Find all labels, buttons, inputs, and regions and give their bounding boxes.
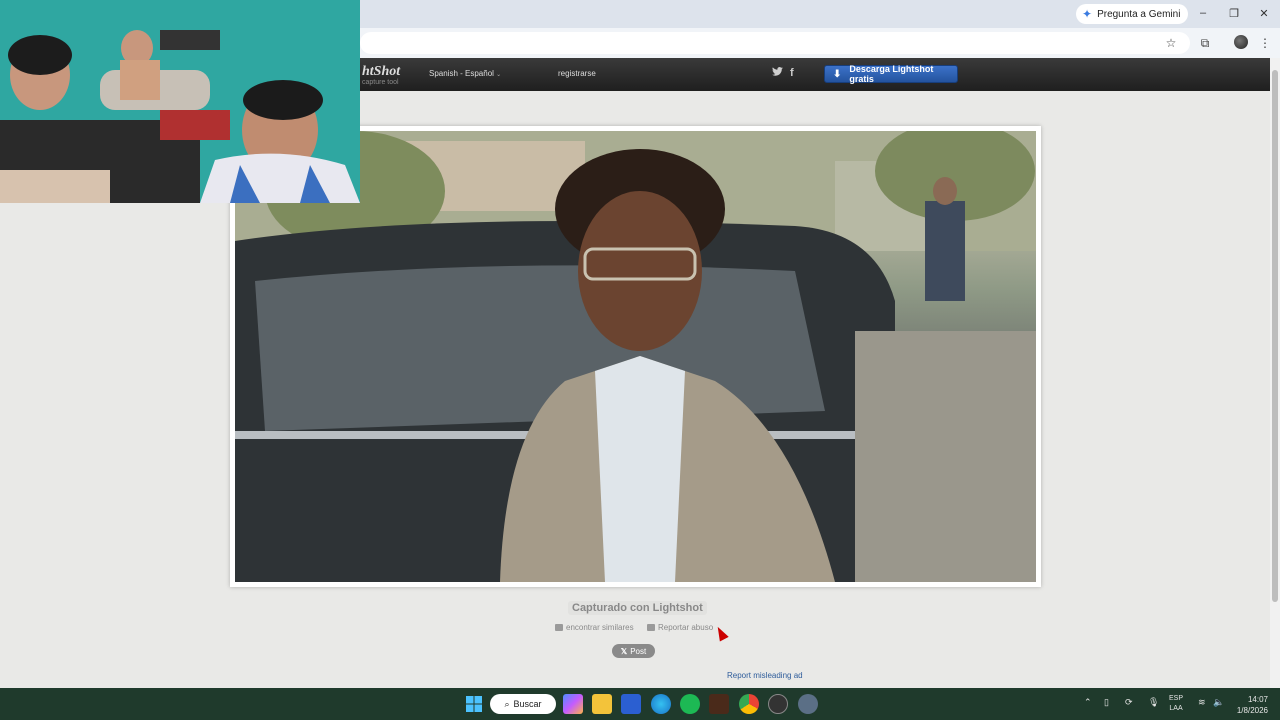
x-post-button[interactable]: 𝕏 Post — [612, 644, 655, 658]
find-similar-label: encontrar similares — [566, 623, 634, 632]
scrollbar-thumb[interactable] — [1272, 70, 1278, 602]
spotify-icon[interactable] — [680, 694, 700, 714]
microphone-icon[interactable]: 🎙 — [1148, 697, 1159, 708]
flag-icon — [647, 624, 655, 631]
sync-icon[interactable]: ⟳ — [1125, 697, 1133, 708]
tray-chevron-up-icon[interactable]: ⌃ — [1084, 697, 1092, 708]
game-icon[interactable] — [709, 694, 729, 714]
lightshot-logo[interactable]: htShot — [362, 64, 400, 80]
download-label: Descarga Lightshot gratis — [849, 64, 934, 84]
camera-icon — [555, 624, 563, 631]
search-icon: ⌕ — [504, 698, 510, 709]
windows-start-icon[interactable] — [464, 694, 484, 714]
system-clock[interactable]: 14:07 1/8/2026 — [1232, 694, 1268, 716]
webcam-illustration — [0, 0, 360, 203]
gemini-label: Pregunta a Gemini — [1097, 8, 1181, 20]
input-language[interactable]: ESP LAA — [1169, 694, 1183, 714]
wifi-icon[interactable]: ≋ — [1198, 697, 1206, 708]
gemini-button[interactable]: ✦ Pregunta a Gemini — [1076, 4, 1189, 24]
menu-icon[interactable]: ⋮ — [1256, 34, 1274, 52]
clock-date: 1/8/2026 — [1236, 706, 1268, 715]
language-label: Spanish - Español — [429, 69, 494, 78]
profile-avatar[interactable] — [1234, 35, 1248, 49]
chevron-down-icon: ⌄ — [496, 72, 502, 78]
download-icon: ⬇ — [833, 68, 842, 80]
settings-icon[interactable] — [798, 694, 818, 714]
battery-icon[interactable]: ▯ — [1104, 697, 1109, 708]
lang-line1: ESP — [1169, 695, 1184, 702]
clock-time: 14:07 — [1247, 695, 1268, 704]
store-icon[interactable] — [621, 694, 641, 714]
gemini-spark-icon: ✦ — [1082, 7, 1093, 21]
edge-icon[interactable] — [651, 694, 671, 714]
mouse-cursor-icon — [713, 624, 729, 642]
close-button[interactable]: ✕ — [1252, 4, 1276, 22]
post-label: Post — [630, 646, 647, 656]
report-abuse-link[interactable]: Reportar abuso — [647, 623, 713, 632]
report-abuse-label: Reportar abuso — [658, 623, 714, 632]
captured-with-lightshot[interactable]: Capturado con Lightshot — [568, 601, 707, 615]
webcam-overlay — [0, 0, 360, 203]
file-explorer-icon[interactable] — [592, 694, 612, 714]
chrome-icon[interactable] — [739, 694, 759, 714]
x-logo-icon: 𝕏 — [620, 646, 628, 656]
register-link[interactable]: registrarse — [558, 69, 596, 78]
facebook-icon[interactable]: f — [790, 67, 794, 79]
download-lightshot-button[interactable]: ⬇ Descarga Lightshot gratis — [824, 64, 958, 84]
minimize-button[interactable]: – — [1191, 4, 1215, 22]
lightshot-tagline: capture tool — [362, 79, 399, 86]
lang-line2: LAA — [1169, 705, 1183, 712]
copilot-icon[interactable] — [563, 694, 583, 714]
obs-icon[interactable] — [768, 694, 788, 714]
star-icon[interactable]: ☆ — [1162, 34, 1180, 52]
restore-button[interactable]: ❐ — [1222, 4, 1246, 22]
language-select[interactable]: Spanish - Español ⌄ — [429, 69, 501, 78]
search-label: Buscar — [513, 699, 542, 709]
address-bar[interactable] — [360, 32, 1190, 54]
twitter-icon[interactable] — [772, 67, 783, 79]
extensions-icon[interactable]: ⧉ — [1196, 34, 1214, 52]
find-similar-link[interactable]: encontrar similares — [555, 623, 634, 632]
taskbar-search[interactable]: ⌕ Buscar — [490, 694, 556, 714]
volume-icon[interactable]: 🔈 — [1213, 697, 1224, 708]
report-misleading-ad-link[interactable]: Report misleading ad — [727, 671, 803, 680]
